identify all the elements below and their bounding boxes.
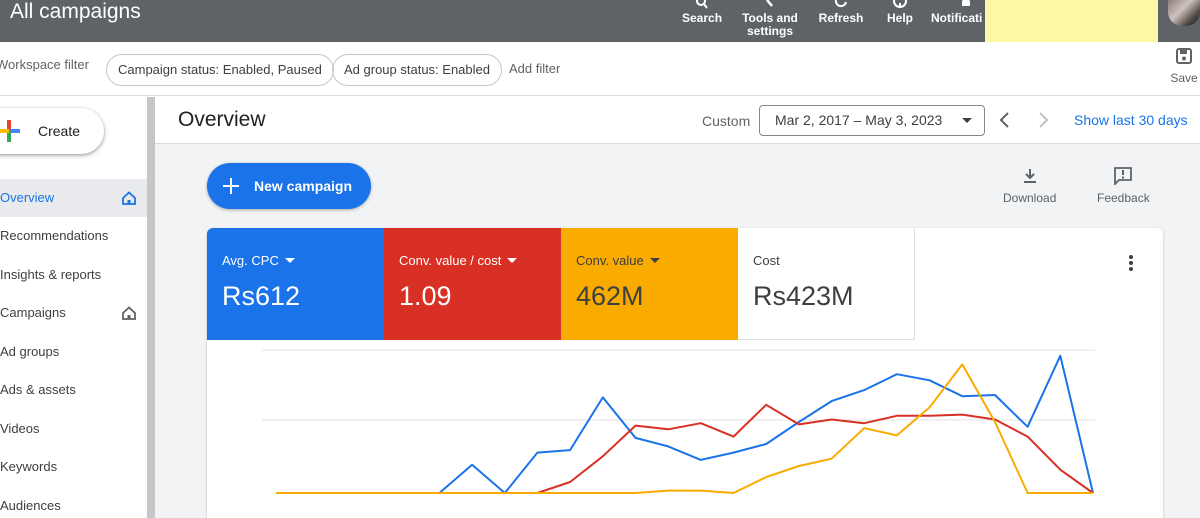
overview-header: Overview Custom Mar 2, 2017 – May 3, 202… (155, 97, 1200, 144)
workspace-filter-label: Workspace filter (0, 57, 89, 72)
campaign-status-chip[interactable]: Campaign status: Enabled, Paused (106, 54, 334, 86)
series-line-conv-value-cost (276, 403, 1094, 494)
metric-avg-cpc[interactable]: Avg. CPC Rs612 (207, 228, 384, 340)
sidebar-item-label: Keywords (0, 459, 58, 474)
metric-label: Avg. CPC (222, 253, 279, 268)
sidebar-item-videos[interactable]: Videos (0, 410, 147, 448)
home-icon (122, 306, 136, 320)
date-mode-label: Custom (702, 113, 751, 129)
search-label: Search (682, 11, 723, 25)
plus-icon (0, 120, 20, 142)
series-line-avg-cpc (276, 354, 1094, 494)
sidebar-item-label: Recommendations (0, 228, 109, 243)
ad-group-status-chip[interactable]: Ad group status: Enabled (332, 54, 502, 86)
sidebar-item-overview[interactable]: Overview (0, 179, 147, 217)
performance-line-chart (262, 349, 1095, 494)
notifications-label: Notificati (931, 11, 983, 25)
sidebar-item-label: Overview (0, 190, 55, 205)
refresh-label: Refresh (818, 11, 864, 25)
dropdown-arrow-icon (507, 258, 518, 263)
more-options-icon[interactable] (1125, 254, 1137, 272)
create-button[interactable]: Create (0, 108, 104, 154)
help-label: Help (886, 11, 913, 25)
previous-period-button[interactable] (995, 110, 1015, 130)
next-period-button[interactable] (1033, 110, 1053, 130)
dropdown-arrow-icon (284, 258, 295, 263)
sidebar-item-campaigns[interactable]: Campaigns (0, 294, 147, 332)
notifications-button[interactable]: Notificati (931, 0, 991, 42)
metric-conv-value-cost[interactable]: Conv. value / cost 1.09 (384, 228, 561, 340)
sidebar: Create Overview Recommendations Insights… (0, 97, 147, 518)
feedback-button[interactable]: Feedback (1097, 167, 1150, 205)
filter-bar: Workspace filter Campaign status: Enable… (0, 42, 1200, 96)
home-icon (122, 191, 136, 205)
download-icon (1023, 169, 1036, 183)
dropdown-arrow-icon (649, 258, 660, 263)
metric-label: Cost (753, 253, 780, 268)
sidebar-item-ads-assets[interactable]: Ads & assets (0, 371, 147, 409)
top-app-bar: All campaigns Search Tools and settings … (0, 0, 1200, 48)
sidebar-item-label: Ads & assets (0, 382, 76, 397)
date-range-select[interactable]: Mar 2, 2017 – May 3, 2023 (759, 105, 985, 136)
plus-icon (223, 178, 239, 194)
metric-label: Conv. value (576, 253, 644, 268)
sidebar-item-label: Insights & reports (0, 267, 102, 282)
metric-label: Conv. value / cost (399, 253, 502, 268)
sidebar-item-insights-reports[interactable]: Insights & reports (0, 256, 147, 294)
metric-conv-value[interactable]: Conv. value 462M (561, 228, 738, 340)
help-button[interactable]: Help (883, 0, 917, 42)
create-label: Create (38, 123, 81, 139)
metric-value: Rs423M (753, 281, 854, 311)
sidebar-item-ad-groups[interactable]: Ad groups (0, 333, 147, 371)
sidebar-item-keywords[interactable]: Keywords (0, 448, 147, 486)
tools-and-settings-button[interactable]: Tools and settings (737, 0, 803, 42)
download-label: Download (1003, 191, 1057, 205)
save-button[interactable]: Save (1166, 48, 1200, 85)
refresh-button[interactable]: Refresh (818, 0, 864, 42)
series-line-conv-value (276, 363, 1093, 494)
metric-value: 462M (576, 281, 644, 311)
feedback-label: Feedback (1097, 191, 1150, 205)
sidebar-item-label: Ad groups (0, 344, 60, 359)
sidebar-item-recommendations[interactable]: Recommendations (0, 217, 147, 255)
main-content: Overview Custom Mar 2, 2017 – May 3, 202… (155, 97, 1200, 518)
new-campaign-button[interactable]: New campaign (207, 163, 371, 209)
metric-value: 1.09 (399, 281, 452, 311)
sidebar-item-label: Campaigns (0, 305, 66, 320)
add-filter-button[interactable]: Add filter (509, 61, 560, 76)
feedback-icon (1114, 167, 1133, 185)
save-icon (1176, 48, 1192, 64)
search-button[interactable]: Search (682, 0, 722, 42)
overview-title: Overview (178, 108, 266, 131)
sidebar-item-label: Audiences (0, 498, 61, 513)
performance-card: Avg. CPC Rs612 Conv. value / cost 1.09 C… (207, 228, 1163, 518)
date-range-value: Mar 2, 2017 – May 3, 2023 (775, 112, 943, 128)
page-title: All campaigns (10, 0, 141, 23)
new-campaign-label: New campaign (254, 178, 353, 194)
sidebar-resize-handle[interactable] (147, 97, 155, 518)
avatar[interactable] (1168, 0, 1200, 26)
highlight-box (985, 0, 1158, 48)
metric-value: Rs612 (222, 281, 301, 311)
sidebar-item-audiences[interactable]: Audiences (0, 487, 147, 518)
metric-cost[interactable]: Cost Rs423M (738, 228, 915, 340)
download-button[interactable]: Download (1003, 167, 1056, 205)
chevron-down-icon (962, 118, 972, 123)
sidebar-item-label: Videos (0, 421, 40, 436)
show-last-30-days-link[interactable]: Show last 30 days (1074, 112, 1188, 128)
save-label: Save (1170, 71, 1198, 85)
tools-and-settings-label: Tools and settings (742, 11, 798, 38)
